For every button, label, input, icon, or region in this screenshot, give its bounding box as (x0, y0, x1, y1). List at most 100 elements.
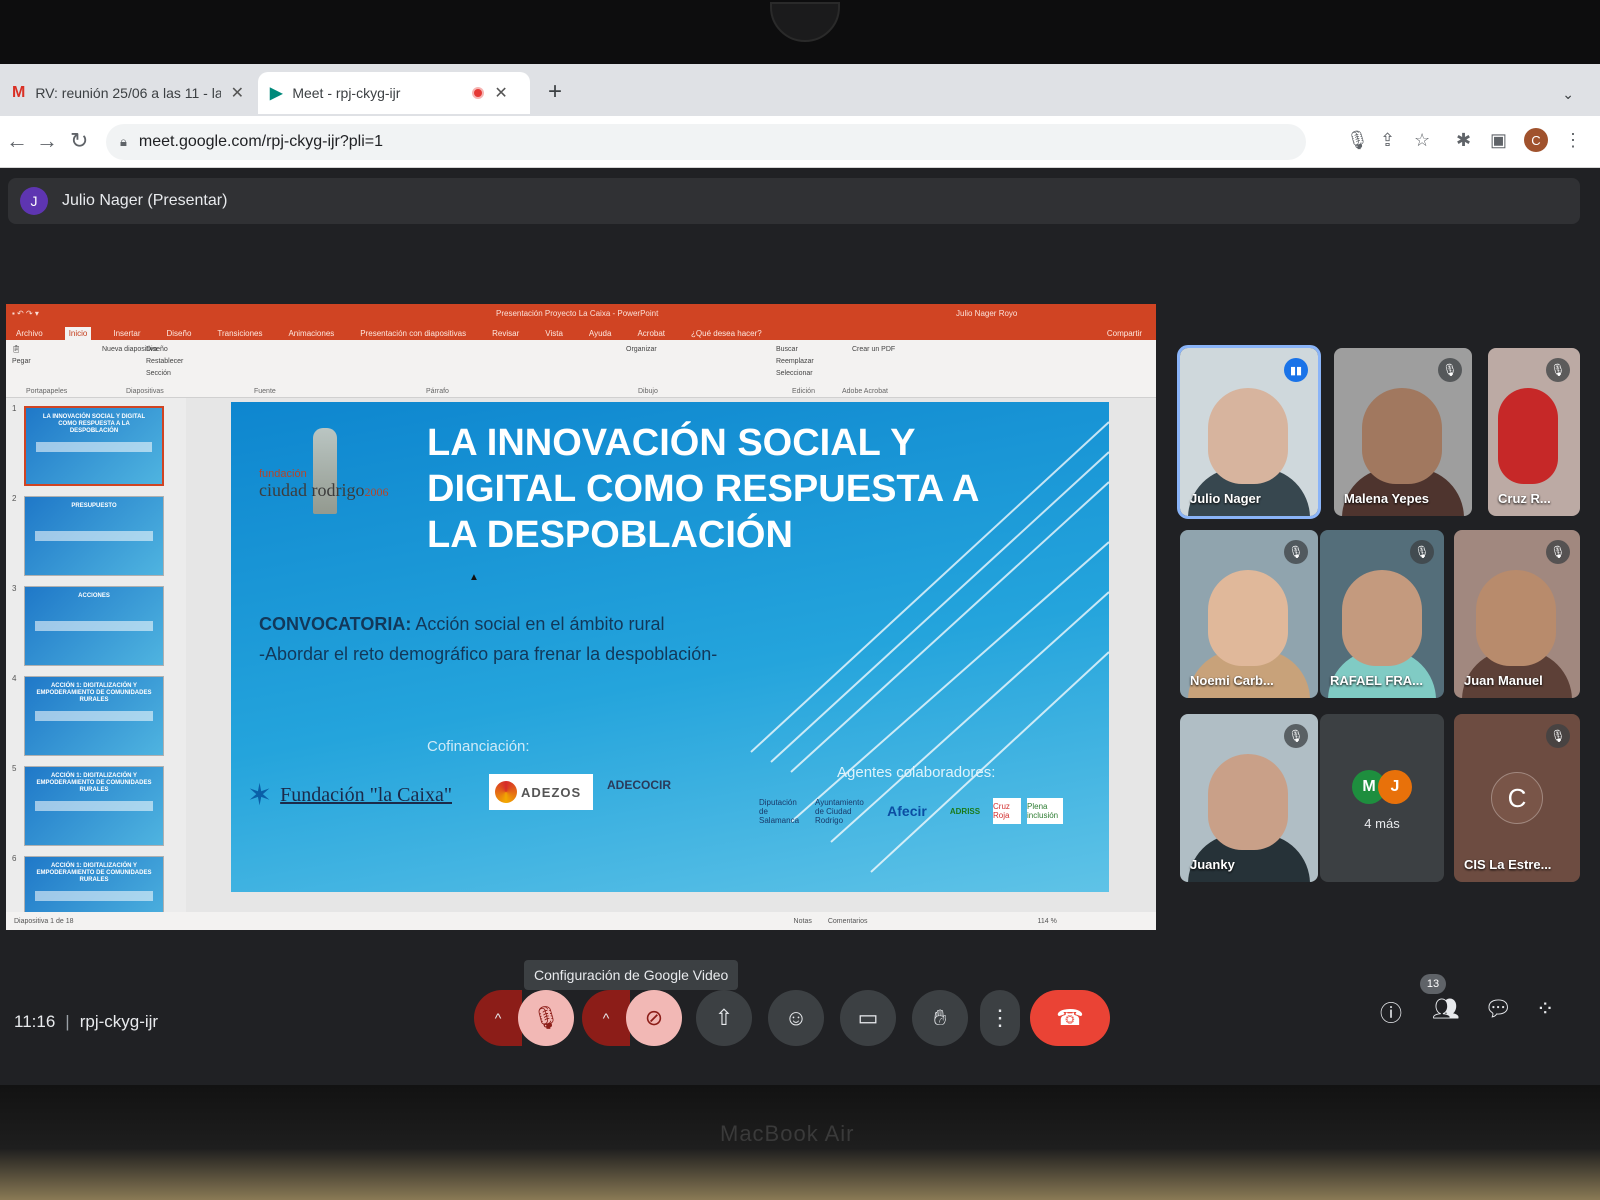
muted-mic-icon: 🎙︎ (1410, 540, 1434, 564)
close-icon[interactable]: ✕ (231, 83, 244, 103)
comments-label: Comentarios (827, 917, 868, 925)
select-label: Seleccionar (776, 370, 813, 377)
ppt-tab-vista: Vista (545, 329, 563, 338)
group-label: Portapapeles (26, 388, 68, 395)
separator: | (65, 1012, 70, 1031)
presenter-bar: J Julio Nager (Presentar) (8, 178, 1580, 224)
chat-icon[interactable]: 💬︎ (1484, 996, 1512, 1022)
more-options-button[interactable]: ⋮ (980, 990, 1020, 1046)
forward-icon[interactable]: → (36, 128, 58, 154)
camera-options-button[interactable]: ^ (582, 990, 630, 1046)
ppt-window-title: Presentación Proyecto La Caixa - PowerPo… (496, 308, 659, 318)
share-icon[interactable]: ⇪ (1380, 130, 1395, 151)
browser-menu-icon[interactable]: ⋮ (1564, 130, 1582, 151)
present-screen-button[interactable]: ⇧ (696, 990, 752, 1046)
ppt-menu-tabs: Archivo Inicio Insertar Diseño Transicio… (6, 322, 1156, 340)
participant-name: Juanky (1190, 857, 1235, 872)
ppt-tab-transiciones: Transiciones (217, 329, 263, 338)
participant-tile[interactable]: C 🎙︎ CIS La Estre... (1454, 714, 1580, 882)
new-tab-button[interactable]: + (548, 78, 562, 106)
mouse-pointer-icon: ▲ (469, 572, 479, 583)
address-bar[interactable]: 🔒︎ meet.google.com/rpj-ckyg-ijr?pli=1 (106, 124, 1306, 160)
logo-small-text: fundación (259, 468, 307, 480)
participant-avatar: C (1491, 772, 1543, 824)
more-participants-tile[interactable]: M J 4 más (1320, 714, 1444, 882)
ppt-tab-inicio: Inicio (64, 327, 92, 340)
slide-thumbnail: ACCIÓN 1: DIGITALIZACIÓN Y EMPODERAMIENT… (24, 676, 164, 756)
slide-title: LA INNOVACIÓN SOCIAL Y DIGITAL COMO RESP… (427, 422, 979, 556)
extensions-icon[interactable]: ✱ (1456, 130, 1471, 151)
agentes-label: Agentes colaboradores: (837, 764, 996, 781)
fundacion-ciudad-rodrigo-logo: fundación ciudad rodrigo2006 (259, 428, 429, 518)
logo-big-text: ciudad rodrigo2006 (259, 480, 388, 501)
meeting-info: 11:16 | rpj-ckyg-ijr (14, 1012, 158, 1032)
ppt-tab-ayuda: Ayuda (588, 329, 612, 338)
people-icon[interactable]: 👥︎ (1432, 996, 1460, 1022)
slide-thumbnail: ACCIÓN 1: DIGITALIZACIÓN Y EMPODERAMIENT… (24, 766, 164, 846)
captions-button[interactable]: ▭ (840, 990, 896, 1046)
meeting-details-icon[interactable]: ⓘ (1380, 996, 1402, 1028)
adecocir-logo: ADECOCIR (607, 778, 672, 792)
url-text: meet.google.com/rpj-ckyg-ijr?pli=1 (138, 133, 384, 150)
agent-logo-adriss: ADRISS (949, 806, 981, 816)
side-panel-icon[interactable]: ▣ (1490, 130, 1507, 151)
group-label: Adobe Acrobat (842, 388, 888, 395)
camera-toggle-button[interactable]: ⊘ (626, 990, 682, 1046)
group-label: Párrafo (426, 388, 449, 395)
replace-label: Reemplazar (776, 358, 814, 365)
video-face (1208, 570, 1288, 666)
mic-toggle-button[interactable]: 🎙︎ (518, 990, 574, 1046)
slide-counter: Diapositiva 1 de 18 (14, 917, 74, 925)
tab-gmail[interactable]: M RV: reunión 25/06 a las 11 - lae ✕ (0, 72, 256, 114)
muted-mic-icon: 🎙︎ (1284, 540, 1308, 564)
tower-icon (313, 428, 337, 514)
participant-tile[interactable]: ▮▮ Julio Nager (1177, 345, 1321, 519)
ribbon-slide-options: Diseño Restablecer Sección (146, 344, 183, 380)
ribbon-editing: Buscar Reemplazar Seleccionar (776, 344, 814, 380)
video-face (1342, 570, 1422, 666)
meet-icon: ▶ (270, 85, 283, 102)
thumb-title: ACCIONES (78, 593, 110, 599)
reactions-button[interactable]: ☺ (768, 990, 824, 1046)
thumb-title: ACCIÓN 1: DIGITALIZACIÓN Y EMPODERAMIENT… (36, 773, 152, 793)
ppt-title-bar: ▪ ↶ ↷ ▾ Presentación Proyecto La Caixa -… (6, 304, 1156, 322)
participant-tile[interactable]: 🎙︎ RAFAEL FRA... (1320, 530, 1444, 698)
close-icon[interactable]: ✕ (494, 83, 507, 103)
bookmark-star-icon[interactable]: ☆ (1414, 130, 1430, 151)
slide-thumbnails: 1 LA INNOVACIÓN SOCIAL Y DIGITAL COMO RE… (6, 398, 186, 930)
video-face (1208, 388, 1288, 484)
participant-tile[interactable]: 🎙︎ Malena Yepes (1334, 348, 1472, 516)
activities-grid-icon[interactable]: ⁘ (1536, 996, 1554, 1022)
tab-meet[interactable]: ▶ Meet - rpj-ckyg-ijr ✕ (258, 72, 530, 114)
tab-title: Meet - rpj-ckyg-ijr (292, 85, 401, 101)
tab-search-chevron-icon[interactable]: ⌄ (1562, 86, 1574, 103)
participant-tile[interactable]: 🎙︎ Noemi Carb... (1180, 530, 1318, 698)
video-face (1476, 570, 1556, 666)
muted-mic-icon: 🎙︎ (1546, 358, 1570, 382)
group-label: Fuente (254, 388, 276, 395)
agent-logo-diputacion: Diputación de Salamanca (759, 797, 800, 825)
webcam (770, 2, 840, 42)
slide-convocatoria: CONVOCATORIA: Acción social en el ámbito… (259, 614, 664, 635)
emoji-icon: ☺ (784, 1005, 808, 1030)
reload-icon[interactable]: ↻ (70, 128, 88, 154)
leave-call-button[interactable]: ☎︎ (1030, 990, 1110, 1046)
la-caixa-logo: ✶ Fundación "la Caixa" (247, 778, 452, 813)
microphone-icon[interactable]: 🎙︎ (1346, 130, 1369, 151)
thumb-number: 2 (12, 494, 17, 503)
profile-avatar[interactable]: C (1524, 128, 1548, 152)
back-icon[interactable]: ← (6, 128, 28, 154)
participant-tile[interactable]: 🎙︎ Juanky (1180, 714, 1318, 882)
raise-hand-button[interactable]: ✋︎ (912, 990, 968, 1046)
mic-options-button[interactable]: ^ (474, 990, 522, 1046)
ribbon-arrange: Organizar (626, 344, 657, 356)
ppt-ribbon: 📋︎ Pegar Nueva diapositiva Diseño Restabl… (6, 340, 1156, 398)
convocatoria-text: Acción social en el ámbito rural (415, 614, 665, 634)
group-label: Edición (792, 388, 815, 395)
thumb-number: 1 (12, 404, 17, 413)
participant-tile[interactable]: 🎙︎ Juan Manuel (1454, 530, 1580, 698)
participant-name: Cruz R... (1498, 491, 1551, 506)
laptop-bezel-top (0, 0, 1600, 64)
participant-tile[interactable]: 🎙︎ Cruz R... (1488, 348, 1580, 516)
thumb-number: 4 (12, 674, 17, 683)
